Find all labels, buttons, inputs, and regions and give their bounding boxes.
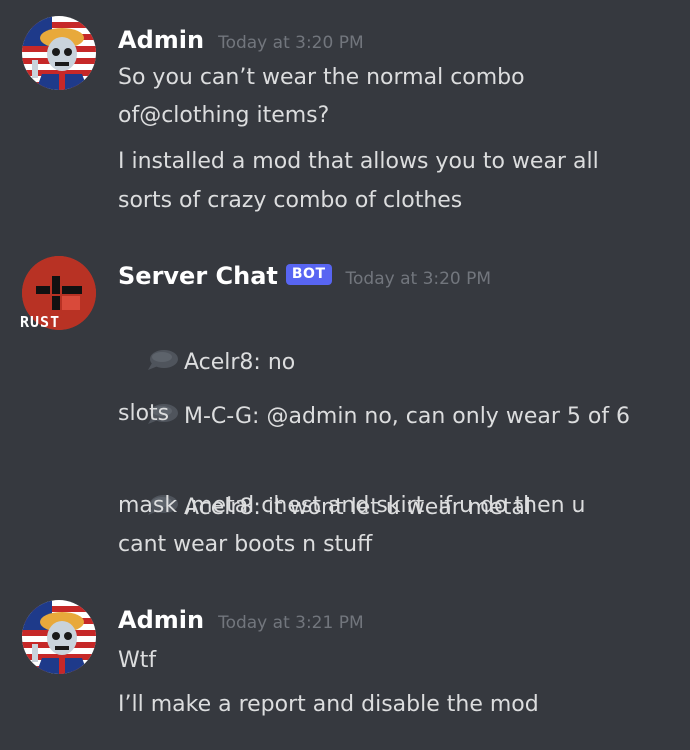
admin-avatar[interactable] (22, 16, 96, 90)
message-text: of@clothing items? (118, 103, 330, 128)
timestamp[interactable]: Today at 3:20 PM (218, 33, 364, 53)
timestamp[interactable]: Today at 3:20 PM (346, 269, 492, 289)
message-text: sorts of crazy combo of clothes (118, 188, 463, 213)
username[interactable]: Admin (118, 26, 204, 54)
timestamp[interactable]: Today at 3:21 PM (218, 613, 364, 633)
message-text: cant wear boots n stuff (118, 532, 373, 557)
message-text: mask ,metal chest and skirt if u do then… (118, 493, 586, 518)
admin-avatar[interactable] (22, 600, 96, 674)
message-header: Admin Today at 3:21 PM (118, 606, 364, 634)
username[interactable]: Server Chat (118, 262, 278, 290)
username[interactable]: Admin (118, 606, 204, 634)
message-text: Wtf (118, 648, 157, 673)
message-text: slots (118, 401, 170, 426)
message-text: So you can’t wear the normal combo (118, 65, 525, 90)
message-header: Server Chat BOT Today at 3:20 PM (118, 262, 491, 291)
bot-tag: BOT (285, 264, 332, 285)
message-header: Admin Today at 3:20 PM (118, 26, 364, 54)
message-text: I installed a mod that allows you to wea… (118, 149, 599, 174)
message-text: I’ll make a report and disable the mod (118, 692, 539, 717)
rust-logo-label: RUST (20, 313, 61, 331)
